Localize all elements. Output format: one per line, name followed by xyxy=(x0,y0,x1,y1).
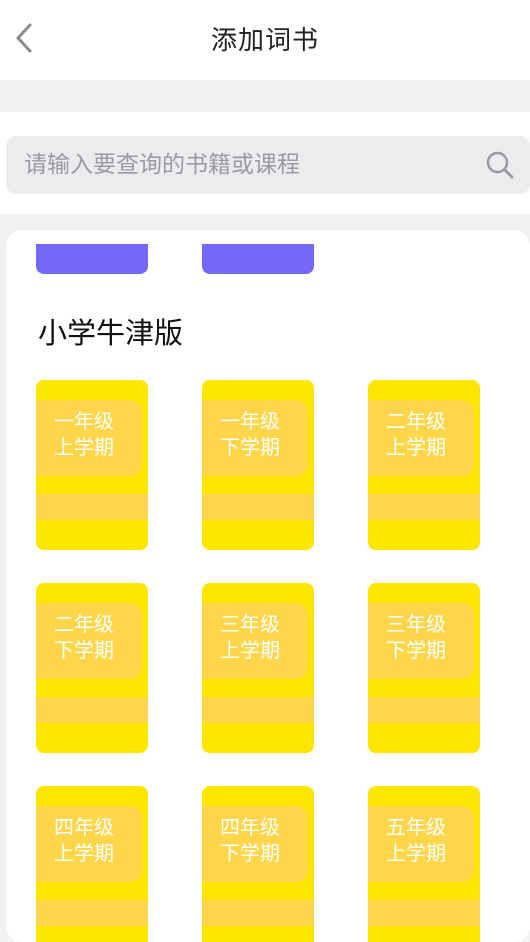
navigation-bar: 添加词书 xyxy=(0,0,530,80)
book-label: 一年级 下学期 xyxy=(202,408,298,460)
book-cover-stripe xyxy=(36,900,148,926)
book-cover-stripe xyxy=(368,932,480,942)
previous-section-book-1[interactable] xyxy=(36,244,148,274)
book-cover[interactable]: 二年级 下学期 xyxy=(36,583,148,753)
book-cover[interactable]: 二年级 上学期 xyxy=(368,380,480,550)
book-label: 二年级 上学期 xyxy=(368,408,464,460)
book-cover-stripe xyxy=(36,494,148,520)
book-grade-text: 一年级 xyxy=(220,409,280,433)
book-cover-stripe xyxy=(202,494,314,520)
book-cover-stripe xyxy=(368,526,480,550)
book-cover[interactable]: 一年级 上学期 xyxy=(36,380,148,550)
book-term-text: 下学期 xyxy=(386,638,446,662)
book-grade-text: 二年级 xyxy=(386,409,446,433)
book-cover-stripe xyxy=(36,697,148,723)
book-grade-text: 五年级 xyxy=(386,815,446,839)
book-cover[interactable]: 三年级 下学期 xyxy=(368,583,480,753)
book-cover-stripe xyxy=(202,932,314,942)
book-term-text: 上学期 xyxy=(54,435,114,459)
book-cover-stripe xyxy=(202,526,314,550)
book-label: 一年级 上学期 xyxy=(36,408,132,460)
book-label: 三年级 上学期 xyxy=(202,611,298,663)
book-grade-text: 四年级 xyxy=(220,815,280,839)
book-cover-stripe xyxy=(36,526,148,550)
book-label: 四年级 下学期 xyxy=(202,814,298,866)
book-cover-stripe xyxy=(368,494,480,520)
page-title: 添加词书 xyxy=(210,26,319,56)
book-cover[interactable]: 三年级 上学期 xyxy=(202,583,314,753)
book-label: 四年级 上学期 xyxy=(36,814,132,866)
book-cover-stripe xyxy=(36,729,148,753)
book-cover-stripe xyxy=(368,729,480,753)
book-term-text: 上学期 xyxy=(386,841,446,865)
book-term-text: 下学期 xyxy=(220,435,280,459)
book-grade-text: 一年级 xyxy=(54,409,114,433)
search-section xyxy=(0,112,530,214)
book-cover[interactable]: 四年级 上学期 xyxy=(36,786,148,942)
book-term-text: 上学期 xyxy=(220,638,280,662)
book-cover-stripe xyxy=(202,900,314,926)
book-cover-stripe xyxy=(368,900,480,926)
book-cover-stripe xyxy=(202,697,314,723)
book-cover-stripe xyxy=(368,697,480,723)
search-bar[interactable] xyxy=(6,136,530,194)
book-grade-text: 四年级 xyxy=(54,815,114,839)
book-label: 二年级 下学期 xyxy=(36,611,132,663)
book-label: 五年级 上学期 xyxy=(368,814,464,866)
book-cover-stripe xyxy=(202,729,314,753)
book-term-text: 下学期 xyxy=(220,841,280,865)
book-cover[interactable]: 一年级 下学期 xyxy=(202,380,314,550)
book-cover-stripe xyxy=(36,932,148,942)
previous-section-book-2[interactable] xyxy=(202,244,314,274)
search-icon[interactable] xyxy=(484,149,516,181)
book-term-text: 上学期 xyxy=(386,435,446,459)
book-label: 三年级 下学期 xyxy=(368,611,464,663)
book-cover[interactable]: 四年级 下学期 xyxy=(202,786,314,942)
search-icon-glyph xyxy=(486,151,514,179)
book-list-card: 小学牛津版 一年级 上学期 一年级 下学期 二年级 上学期 二年级 下学期 三年级 上学期 三年级下… xyxy=(6,230,530,942)
book-grade-text: 三年级 xyxy=(220,612,280,636)
book-term-text: 下学期 xyxy=(54,638,114,662)
search-input[interactable] xyxy=(22,151,484,179)
book-grade-text: 二年级 xyxy=(54,612,114,636)
section-title: 小学牛津版 xyxy=(38,316,184,350)
book-cover[interactable]: 五年级 上学期 xyxy=(368,786,480,942)
book-grade-text: 三年级 xyxy=(386,612,446,636)
book-term-text: 上学期 xyxy=(54,841,114,865)
